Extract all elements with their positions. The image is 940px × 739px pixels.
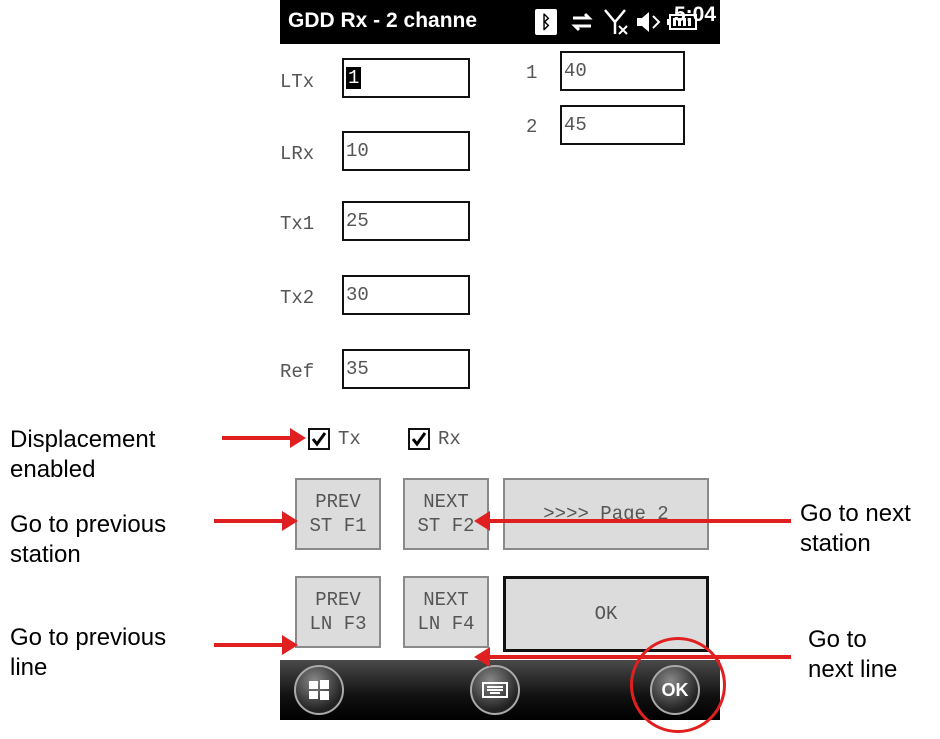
tx1-input[interactable]: 25	[342, 201, 470, 241]
annotation-displacement-line2: enabled	[10, 456, 96, 483]
annotation-next-station-line1: Go to next	[800, 500, 911, 527]
tx1-label: Tx1	[280, 213, 315, 235]
annotation-displacement: Displacement enabled	[10, 425, 155, 485]
annotation-next-line-line1: Go to	[808, 626, 867, 653]
page-2-button[interactable]: >>>> Page 2	[503, 478, 709, 550]
highlight-circle	[630, 637, 726, 733]
annotation-prev-line-line1: Go to previous	[10, 624, 167, 651]
start-button[interactable]	[294, 665, 344, 715]
annotation-next-station-line2: station	[800, 530, 871, 557]
annotation-next-line-line2: next line	[808, 656, 898, 683]
arrow-prev-station	[214, 519, 284, 523]
annotation-displacement-line1: Displacement	[10, 426, 156, 453]
prev-line-button[interactable]: PREV LN F3	[295, 576, 381, 648]
prev-station-button[interactable]: PREV ST F1	[295, 478, 381, 550]
arrow-next-station	[488, 519, 791, 523]
ref-input[interactable]: 35	[342, 349, 470, 389]
annotation-prev-station-line1: Go to previous	[10, 511, 167, 538]
window-title: GDD Rx - 2 channe	[288, 9, 478, 32]
annotation-prev-line-line2: line	[10, 654, 48, 681]
prev-line-button-line1: PREV	[315, 589, 361, 611]
channel-1-label: 1	[526, 62, 538, 84]
annotation-prev-station-line2: station	[10, 541, 81, 568]
annotation-next-line: Go to next line	[808, 625, 897, 685]
next-line-button[interactable]: NEXT LN F4	[403, 576, 489, 648]
phone-screen: GDD Rx - 2 channe ᛒ 5:04 LTx 1 LRx 10 Tx…	[280, 0, 720, 720]
annotation-prev-line: Go to previous line	[10, 623, 166, 683]
volume-icon	[637, 12, 661, 32]
lrx-input[interactable]: 10	[342, 131, 470, 171]
keyboard-button[interactable]	[470, 665, 520, 715]
status-bar: GDD Rx - 2 channe ᛒ 5:04	[280, 0, 720, 44]
prev-station-button-line2: ST F1	[309, 515, 367, 537]
arrow-next-line	[488, 655, 791, 659]
annotation-prev-station: Go to previous station	[10, 510, 166, 570]
next-line-button-line1: NEXT	[423, 589, 469, 611]
no-signal-icon	[604, 9, 628, 35]
clock: 5:04	[673, 3, 716, 26]
ltx-input[interactable]: 1	[342, 58, 470, 98]
tx-checkbox[interactable]	[308, 428, 330, 450]
channel-1-input[interactable]: 40	[560, 51, 685, 91]
checkmark-icon	[311, 432, 327, 447]
prev-station-button-line1: PREV	[315, 491, 361, 513]
sync-icon	[571, 12, 593, 32]
checkmark-icon	[411, 432, 427, 447]
channel-2-input[interactable]: 45	[560, 105, 685, 145]
annotation-next-station: Go to next station	[800, 499, 911, 559]
tx2-label: Tx2	[280, 287, 315, 309]
channel-2-label: 2	[526, 116, 538, 138]
arrowhead-prev-station	[282, 511, 298, 531]
rx-checkbox[interactable]	[408, 428, 430, 450]
arrow-prev-line	[214, 643, 284, 647]
lrx-label: LRx	[280, 143, 315, 165]
tx-checkbox-label: Tx	[338, 428, 361, 450]
start-icon	[309, 680, 329, 700]
prev-line-button-line2: LN F3	[309, 613, 367, 635]
arrowhead-prev-line	[282, 635, 298, 655]
ltx-value: 1	[346, 67, 362, 89]
rx-checkbox-label: Rx	[438, 428, 461, 450]
tx2-input[interactable]: 30	[342, 275, 470, 315]
bluetooth-icon: ᛒ	[535, 9, 557, 35]
arrowhead-next-station	[474, 511, 490, 531]
ref-label: Ref	[280, 361, 315, 383]
keyboard-icon	[482, 682, 508, 698]
arrowhead-displacement	[290, 428, 306, 448]
arrowhead-next-line	[474, 647, 490, 667]
ltx-label: LTx	[280, 71, 315, 93]
next-line-button-line2: LN F4	[417, 613, 475, 635]
arrow-displacement	[222, 436, 292, 440]
